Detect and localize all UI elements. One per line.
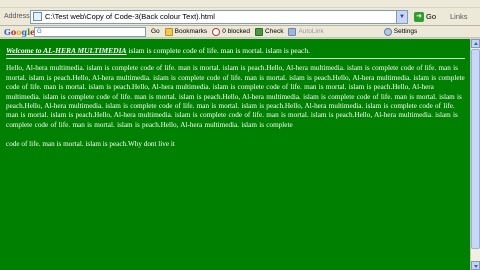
bookmarks-button[interactable]: Bookmarks <box>164 27 207 36</box>
wrench-icon <box>383 27 392 36</box>
popup-blocker-button[interactable]: 0 blocked <box>212 27 250 36</box>
window-top-edge <box>0 0 480 8</box>
body-paragraph: Hello, Al-hera multimedia. islam is comp… <box>6 64 465 129</box>
address-label: Address <box>4 13 30 20</box>
go-arrow-icon: ➜ <box>414 11 424 22</box>
headline-text: islam is complete code of life. man is m… <box>126 46 310 55</box>
autolink-icon <box>288 27 297 36</box>
go-button[interactable]: ➜ Go <box>414 11 437 22</box>
google-go-button[interactable]: Go <box>151 28 160 35</box>
address-dropdown-icon[interactable]: ▼ <box>396 10 407 23</box>
address-url[interactable]: C:\Test web\Copy of Code-3(Back colour T… <box>45 12 396 21</box>
body-paragraph-2: code of life. man is mortal. islam is pe… <box>6 140 175 149</box>
google-logo[interactable]: Google <box>4 27 35 37</box>
address-bar: Address C:\Test web\Copy of Code-3(Back … <box>0 8 480 26</box>
vertical-scrollbar[interactable] <box>470 39 480 270</box>
up-arrow-icon <box>473 42 478 45</box>
google-toolbar: Google G Go Bookmarks 0 blocked Check Au… <box>0 26 480 38</box>
autolink-button[interactable]: AutoLink <box>288 27 324 36</box>
page-content: Welcome to AL-HERA MULTIMEDIA islam is c… <box>0 39 470 270</box>
scroll-down-button[interactable] <box>471 261 480 270</box>
page-icon <box>33 12 42 21</box>
star-icon <box>164 27 173 36</box>
headline: Welcome to AL-HERA MULTIMEDIA islam is c… <box>6 46 465 60</box>
address-input[interactable]: C:\Test web\Copy of Code-3(Back colour T… <box>30 9 408 24</box>
google-search-input[interactable]: G <box>34 26 146 37</box>
go-label: Go <box>426 12 437 21</box>
welcome-link[interactable]: Welcome to AL-HERA MULTIMEDIA <box>6 46 127 55</box>
scroll-up-button[interactable] <box>471 39 480 48</box>
down-arrow-icon <box>473 265 478 268</box>
spellcheck-button[interactable]: Check <box>255 27 283 36</box>
block-icon <box>212 27 221 36</box>
settings-button[interactable]: Settings <box>383 27 417 36</box>
links-button[interactable]: Links <box>450 12 468 21</box>
scroll-thumb[interactable] <box>471 49 480 249</box>
check-icon <box>255 27 264 36</box>
